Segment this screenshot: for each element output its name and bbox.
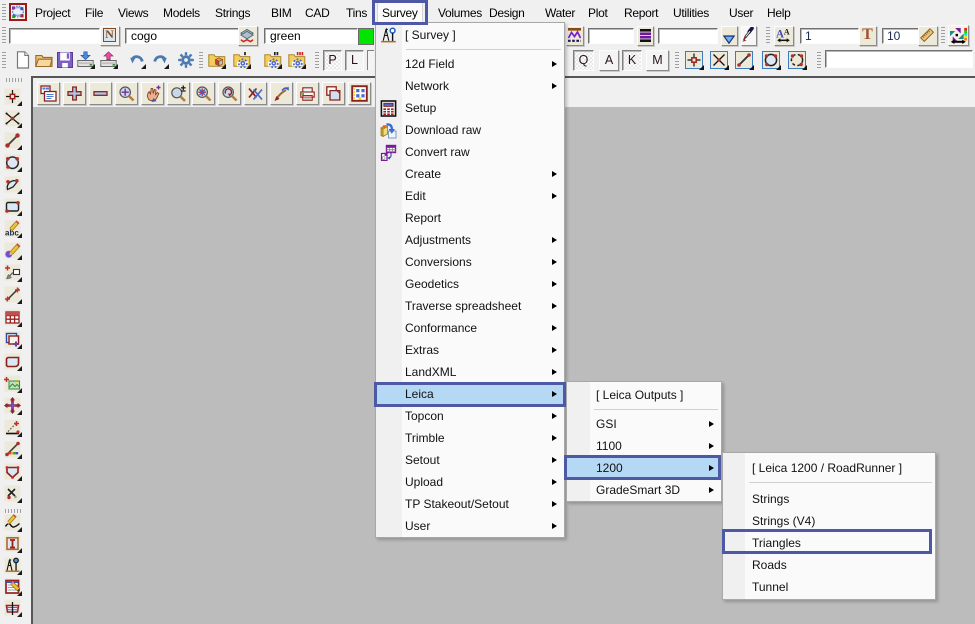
svg-text:abc: abc <box>5 229 19 238</box>
svg-text:A: A <box>784 27 790 36</box>
